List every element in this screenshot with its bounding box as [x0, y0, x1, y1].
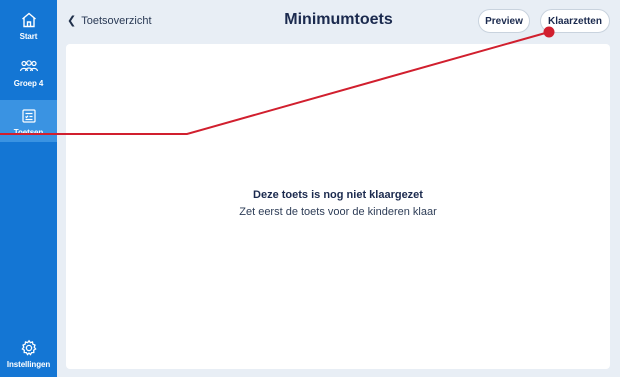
empty-state-subtitle: Zet eerst de toets voor de kinderen klaa…	[239, 206, 437, 218]
klaarzetten-button[interactable]: Klaarzetten	[540, 9, 610, 33]
chevron-left-icon: ❮	[67, 15, 77, 27]
sidebar-item-label: Instellingen	[6, 360, 51, 369]
sidebar-item-label: Start	[19, 32, 38, 41]
sidebar: Start Groep 4 Toetsen Instellingen	[0, 0, 57, 377]
empty-state-title: Deze toets is nog niet klaargezet	[253, 189, 423, 201]
test-icon	[19, 106, 39, 126]
page-header: ❮ Toetsoverzicht Minimumtoets Preview Kl…	[57, 0, 620, 40]
sidebar-item-toetsen[interactable]: Toetsen	[0, 100, 57, 142]
preview-button[interactable]: Preview	[478, 9, 530, 33]
app-window: Start Groep 4 Toetsen Instellingen ❮ Toe…	[0, 0, 620, 377]
back-link-label: Toetsoverzicht	[81, 14, 152, 27]
sidebar-item-label: Groep 4	[13, 79, 44, 88]
gear-icon	[19, 338, 39, 358]
group-icon	[19, 57, 39, 77]
sidebar-item-label: Toetsen	[13, 128, 44, 137]
back-link[interactable]: ❮ Toetsoverzicht	[67, 14, 152, 28]
sidebar-item-start[interactable]: Start	[0, 10, 57, 46]
sidebar-item-groep[interactable]: Groep 4	[0, 57, 57, 93]
sidebar-item-instellingen[interactable]: Instellingen	[0, 338, 57, 374]
content-panel: Deze toets is nog niet klaargezet Zet ee…	[66, 44, 610, 369]
home-icon	[19, 10, 39, 30]
